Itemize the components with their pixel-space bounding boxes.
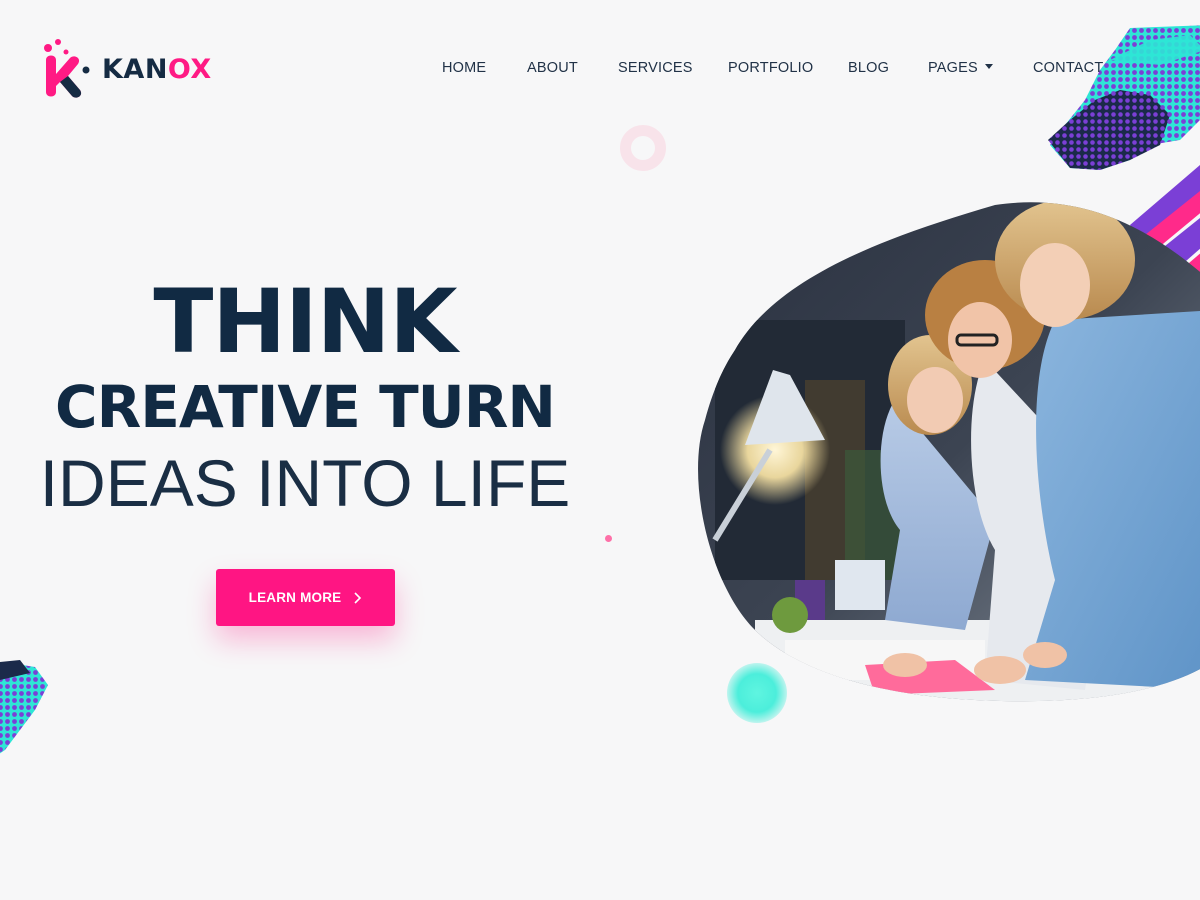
learn-more-label: LEARN MORE xyxy=(248,590,342,605)
brand-name-accent: OX xyxy=(167,53,212,85)
caret-down-icon xyxy=(984,63,993,69)
nav-pages[interactable]: PAGES xyxy=(928,60,993,76)
nav-about[interactable]: ABOUT xyxy=(527,60,578,76)
halftone-brush-decoration-left xyxy=(0,660,48,754)
hero-title-line1: THINK xyxy=(153,270,457,373)
brand-name: KANOX xyxy=(102,54,212,85)
hero-title-line3: IDEAS INTO LIFE xyxy=(39,446,571,520)
nav-services[interactable]: SERVICES xyxy=(618,60,693,76)
brand-logo[interactable]: KANOX xyxy=(40,38,212,100)
glow-dot-decoration xyxy=(727,663,787,723)
nav-contact[interactable]: CONTACT xyxy=(1033,60,1103,76)
nav-portfolio[interactable]: PORTFOLIO xyxy=(728,60,813,76)
hero-title-line2: CREATIVE TURN xyxy=(55,373,556,441)
halftone-brush-decoration xyxy=(1048,25,1200,170)
nav-home[interactable]: HOME xyxy=(442,60,486,76)
nav-pages-label: PAGES xyxy=(928,60,978,76)
learn-more-button[interactable]: LEARN MORE xyxy=(216,569,395,626)
chevron-right-icon xyxy=(354,591,362,604)
dot-decoration xyxy=(605,535,612,542)
team-working-photo xyxy=(698,202,1200,702)
landing-page: KANOX HOME ABOUT SERVICES PORTFOLIO BLOG… xyxy=(0,0,1200,900)
ring-decoration xyxy=(620,125,666,171)
brand-name-primary: KAN xyxy=(102,53,168,85)
nav-blog[interactable]: BLOG xyxy=(848,60,889,76)
k-logo-icon xyxy=(44,39,90,98)
